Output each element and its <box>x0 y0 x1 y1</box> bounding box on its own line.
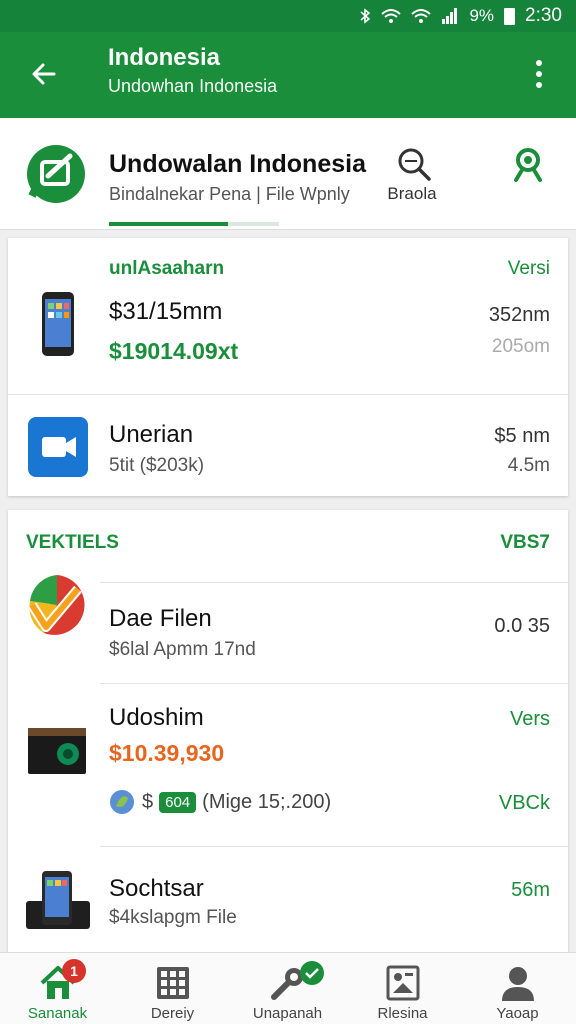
section-card-1: unlAsaaharn Versi $31/15mm $19014.09xt 3… <box>8 238 568 496</box>
check-badge-icon <box>300 961 324 985</box>
item-size: $5 nm <box>494 425 550 447</box>
nav-item-profile[interactable]: Yaoap <box>460 953 575 1024</box>
item-title: Dae Filen <box>109 605 212 632</box>
section-1-label: unlAsaaharn <box>109 258 225 279</box>
nav-label: Unapanah <box>252 1005 323 1022</box>
bottom-navigation: 1 Sananak Dereiy Unapanah Rlesina Yaoap <box>0 952 576 1024</box>
nav-label: Dereiy <box>150 1005 195 1022</box>
header-subtitle: Bindalnekar Pena | File Wpnly <box>109 184 350 204</box>
notification-badge: 1 <box>62 959 86 983</box>
app-subtitle: Undowhan Indonesia <box>108 76 278 96</box>
dot-icon <box>536 82 542 88</box>
battery-percent: 9% <box>469 6 495 25</box>
list-item[interactable]: $31/15mm $19014.09xt 352nm 205om <box>8 278 568 394</box>
nav-item-home[interactable]: 1 Sananak <box>0 953 115 1024</box>
tag-detail: (Mige 15;.200) <box>202 790 332 813</box>
back-button[interactable] <box>26 56 62 92</box>
arrow-back-icon <box>32 63 56 85</box>
nav-item-tools[interactable]: Unapanah <box>230 953 345 1024</box>
item-title: Unerian <box>109 421 194 448</box>
item-size-secondary: 205om <box>491 336 550 357</box>
section-2-label: VEKTIELS <box>26 532 119 553</box>
more-options-button[interactable] <box>524 54 554 94</box>
nav-label: Yaoap <box>496 1005 539 1022</box>
phone-icon <box>42 292 74 356</box>
grid-icon <box>156 967 189 999</box>
bluetooth-icon <box>360 8 371 24</box>
app-title: Indonesia <box>108 44 221 71</box>
item-size-secondary: 4.5m <box>507 455 550 476</box>
item-title: Udoshim <box>109 704 204 731</box>
status-bar: 9% 2:30 <box>0 0 576 32</box>
wifi-icon <box>381 9 402 23</box>
dot-icon <box>536 71 542 77</box>
app-logo-icon <box>27 145 85 203</box>
list-item[interactable]: Dae Filen $6lal Apmm 17nd 0.0 35 <box>8 575 568 683</box>
item-version: Vers <box>509 708 550 730</box>
item-size: 352nm <box>488 304 550 326</box>
item-subtitle: $6lal Apmm 17nd <box>109 639 256 660</box>
app-bar: Indonesia Undowhan Indonesia <box>0 32 576 118</box>
tag-prefix: $ <box>142 790 154 813</box>
list-item[interactable]: Unerian 5tit ($203k) $5 nm 4.5m <box>8 395 568 495</box>
item-title: $31/15mm <box>109 298 223 325</box>
search-icon <box>398 148 431 181</box>
search-green-button[interactable] <box>506 144 550 188</box>
checkmark-app-icon <box>27 575 85 635</box>
header-title: Undowalan Indonesia <box>109 150 366 178</box>
header-progress <box>109 222 279 226</box>
dot-icon <box>536 60 542 66</box>
video-app-icon <box>28 417 88 477</box>
item-price: $19014.09xt <box>109 338 239 364</box>
tag-badge: 604 <box>159 791 197 813</box>
item-version-secondary: VBCk <box>498 792 550 814</box>
list-item[interactable]: Sochtsar $4kslapgm File 56m <box>8 847 568 960</box>
speaker-device-icon <box>28 728 86 774</box>
list-item[interactable]: Udoshim $10.39,930 $ 604 (Mige 15;.200) … <box>8 684 568 846</box>
wifi-icon-2 <box>411 9 432 23</box>
nav-label: Sananak <box>27 1005 88 1022</box>
signal-icon <box>442 8 458 24</box>
item-size: 0.0 35 <box>494 615 550 637</box>
app-header-card: Undowalan Indonesia Bindalnekar Pena | F… <box>0 118 576 230</box>
nav-item-document[interactable]: Rlesina <box>345 953 460 1024</box>
item-subtitle: 5tit ($203k) <box>109 455 205 476</box>
search-button[interactable] <box>390 146 438 187</box>
section-card-2: VEKTIELS VBS7 Dae Filen $6lal Apmm 17nd … <box>8 510 568 960</box>
search-label: Braola <box>387 184 437 203</box>
nav-item-grid[interactable]: Dereiy <box>115 953 230 1024</box>
item-title: Sochtsar <box>109 875 204 902</box>
battery-icon <box>504 7 516 25</box>
phone-dock-icon <box>26 871 90 929</box>
item-subtitle: $4kslapgm File <box>109 907 237 928</box>
section-2-right-label: VBS7 <box>500 532 550 553</box>
item-tag-row: $ 604 (Mige 15;.200) <box>108 788 331 816</box>
item-price: $10.39,930 <box>109 740 225 766</box>
item-size: 56m <box>511 879 550 901</box>
person-icon <box>501 967 534 1001</box>
globe-icon <box>110 790 134 814</box>
clock: 2:30 <box>525 5 562 26</box>
nav-label: Rlesina <box>377 1005 428 1022</box>
person-search-icon <box>514 148 542 182</box>
section-1-right-label: Versi <box>507 258 550 279</box>
document-icon <box>386 965 419 1001</box>
